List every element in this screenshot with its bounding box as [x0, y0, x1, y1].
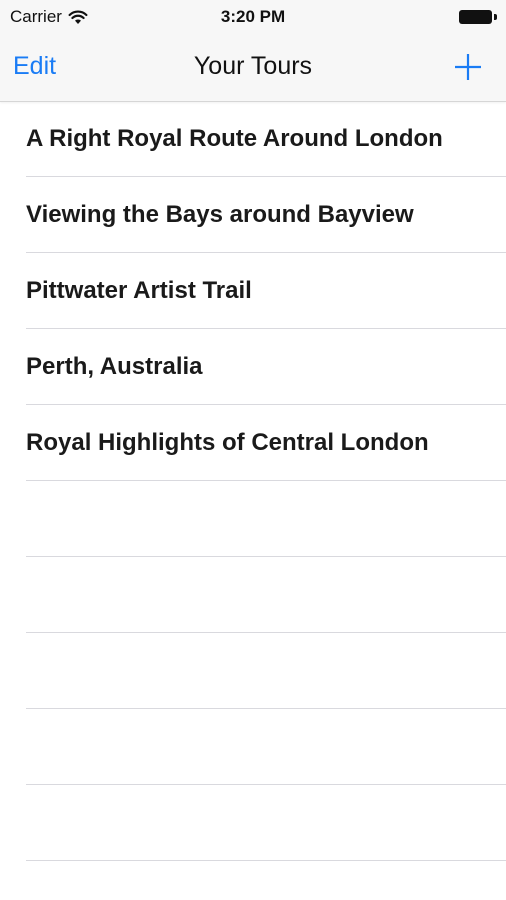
empty-row	[0, 481, 506, 557]
status-bar: Carrier 3:20 PM	[0, 0, 506, 34]
empty-row	[0, 557, 506, 633]
empty-row	[0, 785, 506, 861]
tour-row[interactable]: Royal Highlights of Central London	[0, 405, 506, 481]
tour-row[interactable]: A Right Royal Route Around London	[0, 101, 506, 177]
tour-row[interactable]: Viewing the Bays around Bayview	[0, 177, 506, 253]
add-tour-button[interactable]	[454, 53, 482, 81]
tour-title: Perth, Australia	[26, 353, 203, 380]
navigation-bar: Edit Your Tours	[0, 34, 506, 100]
tour-title: Pittwater Artist Trail	[26, 277, 252, 304]
battery-icon	[459, 10, 497, 24]
plus-icon	[454, 53, 482, 81]
tour-title: Viewing the Bays around Bayview	[26, 201, 414, 228]
empty-row	[0, 633, 506, 709]
page-title: Your Tours	[193, 52, 313, 80]
tour-title: Royal Highlights of Central London	[26, 429, 429, 456]
tour-title: A Right Royal Route Around London	[26, 125, 443, 152]
tour-list: A Right Royal Route Around London Viewin…	[0, 101, 506, 861]
tour-row[interactable]: Perth, Australia	[0, 329, 506, 405]
empty-row	[0, 709, 506, 785]
tour-row[interactable]: Pittwater Artist Trail	[0, 253, 506, 329]
top-bar: Carrier 3:20 PM Edit Your Tours	[0, 0, 506, 102]
status-time: 3:20 PM	[220, 7, 286, 26]
